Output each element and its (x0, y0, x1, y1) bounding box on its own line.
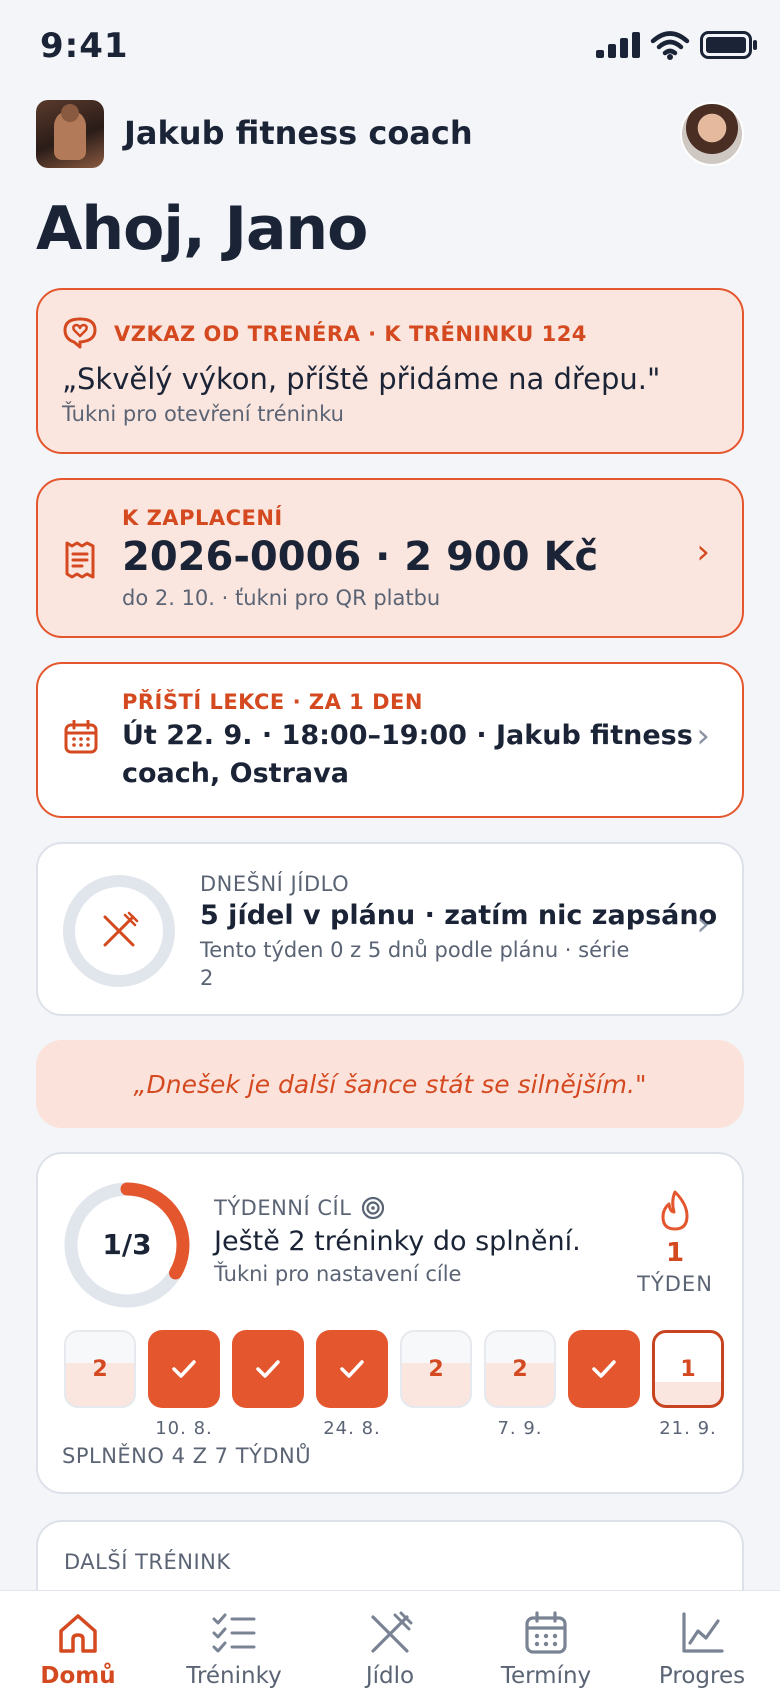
chevron-right-icon: › (696, 532, 710, 572)
week-chip: 2 (64, 1330, 136, 1408)
cellular-signal-icon (596, 32, 640, 58)
receipt-icon (65, 541, 95, 579)
week-count: 2 (92, 1356, 108, 1382)
check-icon (340, 1360, 364, 1378)
payment-kicker: K ZAPLACENÍ (122, 506, 283, 530)
chevron-right-icon: › (696, 716, 710, 756)
goal-summary: SPLNĚNO 4 Z 7 TÝDNŮ (62, 1444, 312, 1468)
payment-card[interactable]: K ZAPLACENÍ 2026-0006 · 2 900 Kč do 2. 1… (36, 478, 744, 638)
calendar-icon (64, 720, 98, 754)
payment-amount: 2026-0006 · 2 900 Kč (122, 534, 599, 580)
flame-icon (661, 1190, 689, 1231)
fork-knife-icon (103, 911, 139, 947)
goal-hint: Ťukni pro nastavení cíle (214, 1262, 462, 1286)
tab-trainings[interactable]: Tréninky (156, 1591, 312, 1689)
tab-bar: Domů Tréninky Jídlo Termíny Progres (0, 1590, 780, 1689)
fork-knife-icon (371, 1611, 413, 1653)
home-icon (59, 1614, 97, 1653)
goal-kicker-row: TÝDENNÍ CÍL (214, 1196, 385, 1220)
user-avatar[interactable] (680, 102, 744, 166)
lesson-line-2: coach, Ostrava (122, 758, 349, 789)
week-count: 1 (680, 1356, 696, 1382)
page-title: Ahoj, Jano (36, 194, 368, 264)
tab-label: Termíny (500, 1663, 592, 1689)
check-icon (256, 1360, 280, 1378)
heart-message-icon (63, 317, 97, 349)
week-label: 10. 8. (155, 1418, 213, 1439)
week-label (568, 1418, 640, 1439)
chart-icon (682, 1612, 724, 1653)
tab-home[interactable]: Domů (0, 1591, 156, 1689)
week-chip (568, 1330, 640, 1408)
battery-icon (700, 31, 757, 59)
goal-kicker: TÝDENNÍ CÍL (214, 1196, 352, 1220)
week-chip (316, 1330, 388, 1408)
week-label: 7. 9. (497, 1418, 543, 1439)
next-training-kicker: DALŠÍ TRÉNINK (64, 1550, 231, 1574)
coach-name: Jakub fitness coach (124, 114, 473, 152)
status-icons (596, 30, 758, 60)
week-count: 2 (428, 1356, 444, 1382)
next-lesson-card[interactable]: PŘÍŠTÍ LEKCE · ZA 1 DEN Út 22. 9. · 18:0… (36, 662, 744, 818)
target-icon (362, 1196, 385, 1220)
meal-card[interactable]: DNEŠNÍ JÍDLO 5 jídel v plánu · zatím nic… (36, 842, 744, 1016)
week-label (400, 1418, 472, 1439)
message-kicker: VZKAZ OD TRENÉRA · K TRÉNINKU 124 (114, 322, 587, 346)
meal-kicker: DNEŠNÍ JÍDLO (200, 872, 350, 896)
week-count: 2 (512, 1356, 528, 1382)
tab-label: Domů (40, 1663, 116, 1689)
week-label: 24. 8. (323, 1418, 381, 1439)
week-chip (148, 1330, 220, 1408)
motivation-quote: „Dnešek je další šance stát se silnějším… (36, 1040, 744, 1128)
lesson-line-1: Út 22. 9. · 18:00–19:00 · Jakub fitness (122, 720, 693, 751)
week-chip (232, 1330, 304, 1408)
week-label: 21. 9. (659, 1418, 717, 1439)
app-header: Jakub fitness coach (36, 100, 744, 168)
payment-hint: do 2. 10. · ťukni pro QR platbu (122, 586, 441, 610)
weekly-history-labels: 10. 8. 24. 8. 7. 9. 21. 9. (64, 1418, 724, 1439)
calendar-icon (525, 1611, 567, 1654)
tab-label: Progres (658, 1663, 746, 1689)
meal-title: 5 jídel v plánu · zatím nic zapsáno (200, 900, 718, 931)
trainer-message-card[interactable]: VZKAZ OD TRENÉRA · K TRÉNINKU 124 „Skvěl… (36, 288, 744, 454)
checklist-icon (212, 1613, 256, 1653)
week-label (232, 1418, 304, 1439)
tab-food[interactable]: Jídlo (312, 1591, 468, 1689)
weekly-history: 2 2 2 1 (64, 1330, 724, 1408)
week-chip: 1 (652, 1330, 724, 1408)
tab-schedule[interactable]: Termíny (468, 1591, 624, 1689)
meal-progress-ring (63, 875, 175, 987)
tab-progress[interactable]: Progres (624, 1591, 780, 1689)
goal-text: Ještě 2 tréninky do splnění. (214, 1226, 581, 1257)
message-hint: Ťukni pro otevření tréninku (62, 402, 344, 426)
coach-logo[interactable] (36, 100, 104, 168)
streak-value: 1 (665, 1238, 685, 1268)
streak-label: TÝDEN (637, 1272, 713, 1296)
week-chip: 2 (400, 1330, 472, 1408)
goal-ring-label: 1/3 (102, 1228, 152, 1261)
lesson-kicker: PŘÍŠTÍ LEKCE · ZA 1 DEN (122, 690, 423, 714)
chevron-right-icon: › (696, 904, 710, 944)
check-icon (592, 1360, 616, 1378)
check-icon (172, 1360, 196, 1378)
tab-label: Tréninky (186, 1663, 282, 1689)
week-chip: 2 (484, 1330, 556, 1408)
status-time: 9:41 (40, 26, 129, 66)
weekly-goal-card[interactable]: 1/3 TÝDENNÍ CÍL Ještě 2 tréninky do spln… (36, 1152, 744, 1494)
tab-label: Jídlo (365, 1663, 415, 1689)
meal-line-2: 2 (200, 966, 214, 990)
message-quote: „Skvělý výkon, příště přidáme na dřepu." (62, 362, 661, 396)
week-label (64, 1418, 136, 1439)
meal-line-1: Tento týden 0 z 5 dnů podle plánu · séri… (200, 938, 630, 962)
wifi-icon (650, 31, 690, 60)
